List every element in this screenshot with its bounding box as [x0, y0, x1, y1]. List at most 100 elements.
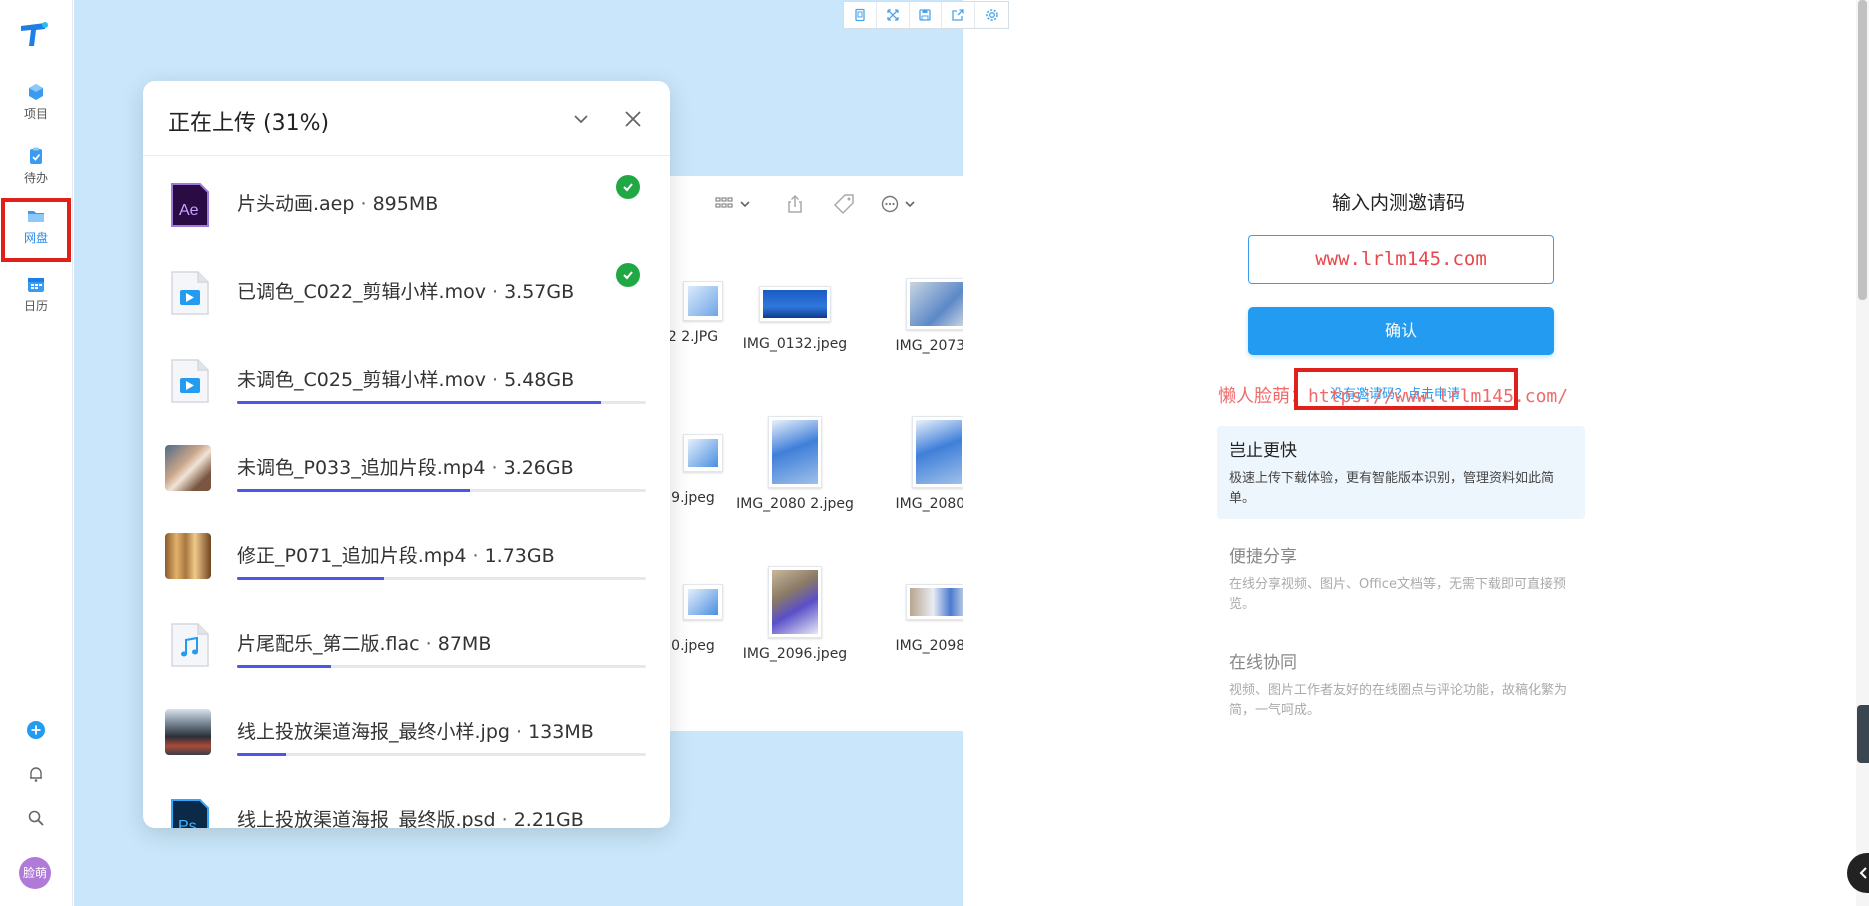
sidebar-item-drive[interactable]: 网盘 [1, 198, 71, 262]
app-logo-icon[interactable] [19, 20, 49, 48]
upload-file-name: 片头动画.aep [237, 193, 355, 215]
upload-file-label: 线上投放渠道海报_最终小样.jpg · 133MB [237, 717, 594, 744]
photoshop-icon: Ps [171, 799, 209, 828]
upload-item[interactable]: 未调色_P033_追加片段.mp4 · 3.26GB [143, 425, 670, 513]
feature-title: 岂止更快 [1229, 441, 1297, 461]
upload-item[interactable]: 未调色_C025_剪辑小样.mov · 5.48GB [143, 337, 670, 425]
feature-title: 在线协同 [1229, 653, 1297, 673]
file-tile[interactable]: IMG_2080.jp [879, 416, 963, 512]
file-thumbnail [906, 278, 963, 330]
svg-text:Ae: Ae [179, 202, 199, 219]
upload-item[interactable]: 线上投放渠道海报_最终小样.jpg · 133MB [143, 689, 670, 777]
separator: · [425, 633, 432, 655]
toolbar-save-button[interactable] [910, 2, 943, 28]
video-file-icon [171, 271, 209, 315]
sidebar-item-calendar[interactable]: 日历 [5, 270, 67, 326]
file-name: IMG_2080.jp [895, 496, 963, 512]
file-name: IMG_2080 2.jpeg [736, 496, 854, 512]
video-file-icon [171, 359, 209, 403]
upload-item[interactable]: Ps 线上投放渠道海报_最终版.psd · 2.21GB [143, 777, 670, 828]
notifications-button[interactable] [23, 761, 49, 787]
confirm-button[interactable]: 确认 [1248, 307, 1554, 355]
close-button[interactable] [619, 105, 647, 133]
progress-fill [237, 401, 601, 404]
save-icon [919, 9, 932, 21]
upload-file-size: 3.57GB [504, 281, 575, 303]
separator: · [516, 721, 523, 743]
side-panel-tab[interactable] [1857, 705, 1869, 763]
upload-file-label: 片尾配乐_第二版.flac · 87MB [237, 629, 491, 656]
file-tile[interactable]: IMG_0132.jpeg [735, 286, 855, 352]
bell-icon [30, 767, 42, 782]
clipboard-check-icon [30, 147, 42, 164]
gear-icon [985, 9, 998, 21]
chevron-down-icon [740, 201, 750, 208]
sidebar-item-projects[interactable]: 项目 [5, 78, 67, 134]
file-thumbnail [683, 281, 723, 321]
top-toolbar [843, 1, 1009, 29]
feature-card: 便捷分享 在线分享视频、图片、Office文档等，无需下载即可直接预览。 [1217, 532, 1585, 625]
music-file-icon [171, 623, 209, 667]
file-tile[interactable]: IMG_2098.jp [879, 584, 963, 654]
upload-file-name: 修正_P071_追加片段.mp4 [237, 545, 467, 567]
invite-code-input[interactable]: www.lrlm145.com [1248, 235, 1554, 284]
upload-progress-bar [237, 401, 646, 404]
copy-icon [855, 8, 865, 22]
upload-file-size: 87MB [437, 633, 492, 655]
file-tile[interactable]: IMG_2096.jpeg [735, 566, 855, 662]
progress-fill [237, 665, 332, 668]
view-mode-dropdown[interactable] [715, 191, 751, 217]
toolbar-settings-button[interactable] [975, 2, 1008, 28]
separator: · [491, 457, 498, 479]
upload-item[interactable]: 已调色_C022_剪辑小样.mov · 3.57GB [143, 249, 670, 337]
after-effects-icon: Ae [171, 183, 209, 227]
upload-file-size: 3.26GB [503, 457, 574, 479]
chevron-down-icon [574, 115, 588, 124]
upload-file-name: 已调色_C022_剪辑小样.mov [237, 281, 486, 303]
chevron-down-icon [905, 201, 915, 208]
upload-progress-bar [237, 753, 646, 756]
left-sidebar: 项目 待办 网盘 日历 脸萌 [0, 0, 73, 906]
feature-description: 在线分享视频、图片、Office文档等，无需下载即可直接预览。 [1229, 577, 1566, 612]
sidebar-item-label: 日历 [23, 299, 48, 313]
feature-description: 视频、图片工作者友好的在线圈点与评论功能，故稿化繁为简，一气呵成。 [1229, 683, 1568, 718]
file-thumbnail [906, 584, 963, 620]
collapse-button[interactable] [567, 105, 595, 133]
file-tile[interactable]: IMG_2080 2.jpeg [735, 416, 855, 512]
file-thumbnail [759, 286, 831, 322]
progress-fill [237, 577, 385, 580]
more-options-dropdown[interactable] [880, 191, 916, 217]
upload-file-label: 未调色_P033_追加片段.mp4 · 3.26GB [237, 453, 574, 480]
floating-action-button[interactable] [1847, 853, 1869, 893]
tag-button[interactable] [832, 191, 856, 217]
grid-view-icon [715, 197, 733, 208]
scrollbar-thumb[interactable] [1858, 0, 1867, 300]
upload-file-label: 修正_P071_追加片段.mp4 · 1.73GB [237, 541, 555, 568]
plus-circle-icon [27, 721, 45, 739]
separator: · [492, 369, 499, 391]
avatar[interactable]: 脸萌 [19, 857, 51, 889]
upload-file-size: 895MB [372, 193, 439, 215]
separator: · [360, 193, 367, 215]
upload-item[interactable]: 片尾配乐_第二版.flac · 87MB [143, 601, 670, 689]
folder-icon [28, 211, 44, 222]
share-button[interactable] [784, 191, 806, 217]
add-button[interactable] [23, 717, 49, 743]
upload-item[interactable]: Ae 片头动画.aep · 895MB [143, 161, 670, 249]
tag-icon [833, 194, 854, 215]
upload-file-name: 片尾配乐_第二版.flac [237, 633, 420, 655]
sidebar-item-label: 待办 [23, 171, 48, 185]
upload-item[interactable]: 修正_P071_追加片段.mp4 · 1.73GB [143, 513, 670, 601]
cube-icon [29, 84, 43, 100]
upload-file-label: 线上投放渠道海报_最终版.psd · 2.21GB [237, 805, 584, 828]
separator: · [472, 545, 479, 567]
sidebar-item-todo[interactable]: 待办 [5, 142, 67, 198]
search-button[interactable] [23, 805, 49, 831]
invite-code-title: 输入内测邀请码 [1332, 192, 1466, 214]
file-tile[interactable]: IMG_2073.jp [879, 278, 963, 354]
toolbar-export-button[interactable] [942, 2, 976, 28]
toolbar-fullscreen-button[interactable] [877, 2, 910, 28]
svg-text:Ps: Ps [178, 818, 197, 828]
toolbar-copy-button[interactable] [844, 2, 877, 28]
upload-complete-icon [616, 175, 640, 199]
